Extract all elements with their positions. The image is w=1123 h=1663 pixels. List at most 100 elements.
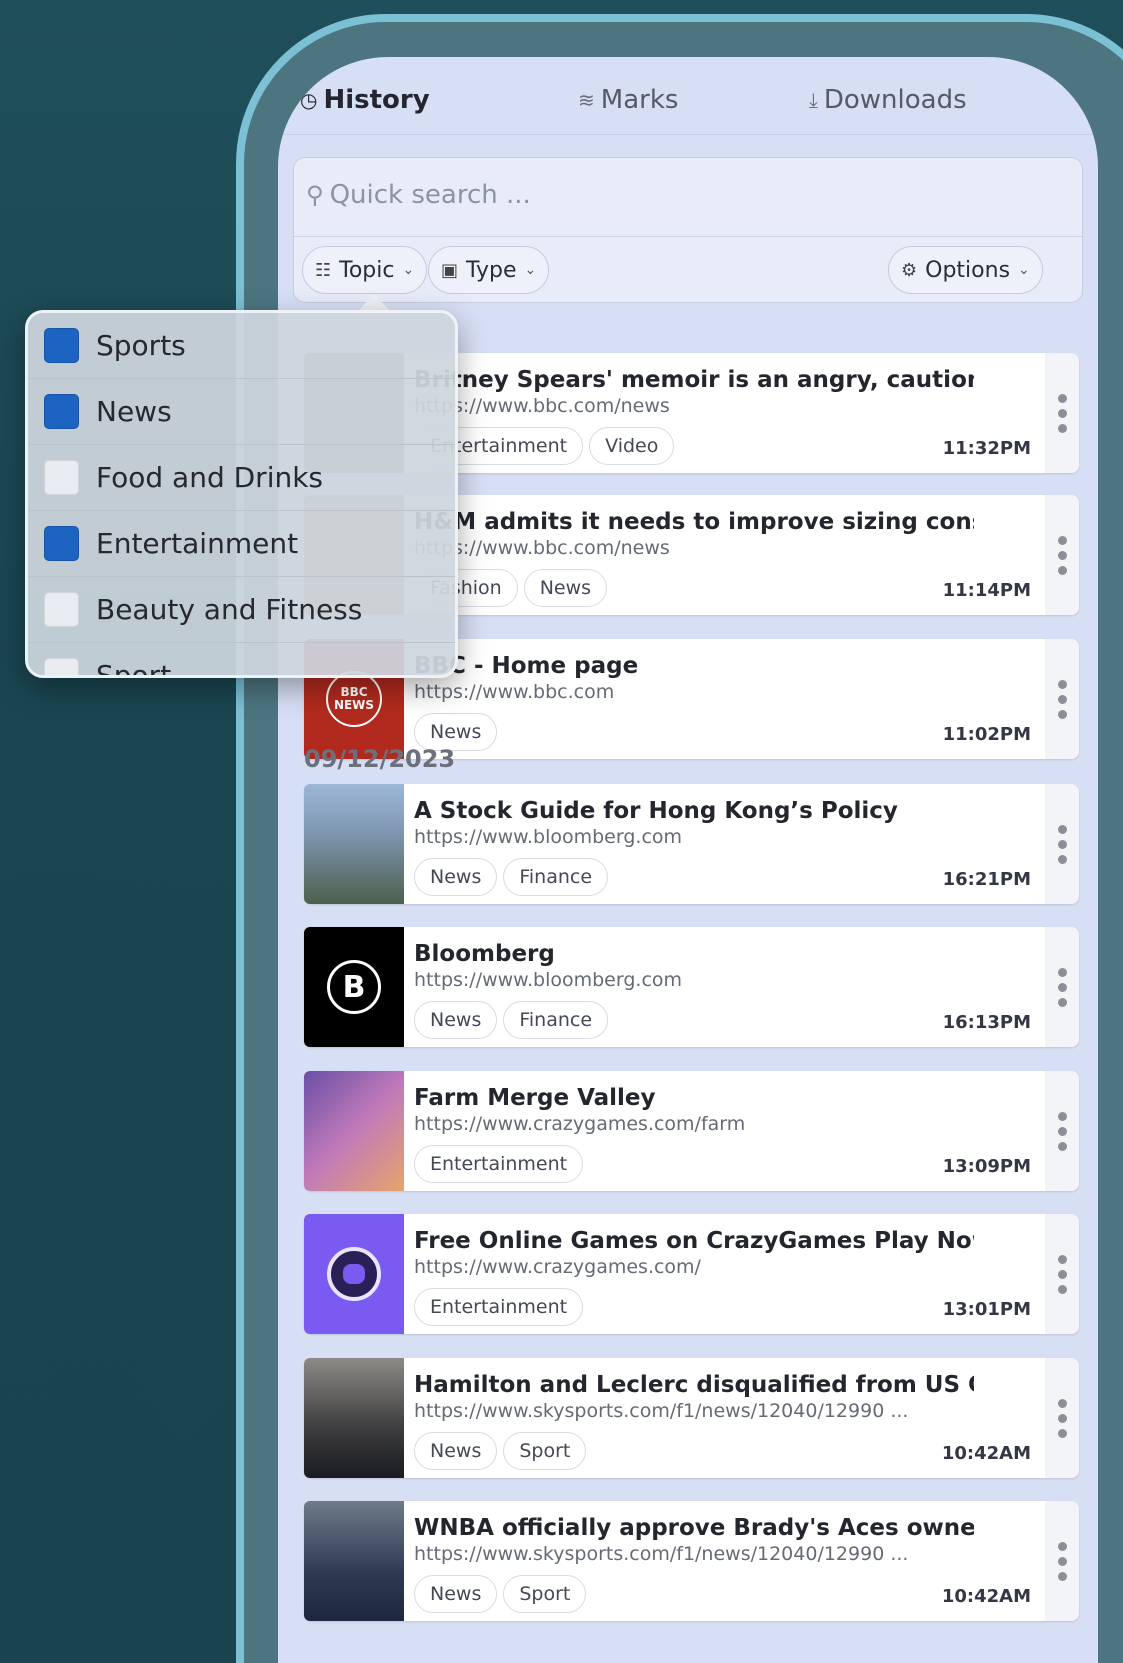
tag[interactable]: News: [523, 569, 608, 607]
item-url: https://www.bloomberg.com: [414, 969, 683, 991]
item-time: 13:01PM: [942, 1299, 1031, 1320]
tag[interactable]: News: [414, 858, 498, 896]
topic-option-label: Sport: [96, 659, 172, 678]
more-menu-icon[interactable]: [1045, 1501, 1079, 1621]
topic-option-news[interactable]: News: [28, 379, 455, 445]
game-controller-icon: [343, 1264, 365, 1284]
tag[interactable]: Sport: [503, 1432, 587, 1470]
more-menu-icon[interactable]: [1045, 1071, 1079, 1191]
item-title: A Stock Guide for Hong Kong’s Policy: [414, 798, 898, 824]
type-filter-button[interactable]: ▣ Type ⌄: [428, 246, 550, 294]
topic-option-food-and-drinks[interactable]: Food and Drinks: [28, 445, 455, 511]
tag-list: Entertainment: [414, 1145, 584, 1183]
list-item[interactable]: B Bloomberg https://www.bloomberg.com Ne…: [304, 927, 1079, 1047]
search-icon: ⚲: [306, 181, 324, 209]
hong-kong-skyline-thumbnail: [304, 784, 404, 904]
brady-photo-thumbnail: [304, 1501, 404, 1621]
tab-marks-label: Marks: [600, 85, 679, 115]
checkbox[interactable]: [44, 460, 79, 495]
search-placeholder: Quick search ...: [329, 180, 531, 210]
more-menu-icon[interactable]: [1045, 353, 1079, 473]
topic-option-sport[interactable]: Sport: [28, 643, 455, 678]
list-item[interactable]: WNBA officially approve Brady's Aces own…: [304, 1501, 1079, 1621]
search-input[interactable]: ⚲ Quick search ...: [306, 180, 531, 210]
date-group-header: 09/12/2023: [304, 745, 456, 773]
checkbox[interactable]: [44, 394, 79, 429]
layers-icon: ≋: [578, 88, 595, 112]
list-item[interactable]: Hamilton and Leclerc disqualified from U…: [304, 1358, 1079, 1478]
checkbox[interactable]: [44, 592, 79, 627]
type-filter-label: Type: [466, 257, 517, 283]
more-menu-icon[interactable]: [1045, 1214, 1079, 1334]
chevron-down-icon: ⌄: [1018, 262, 1030, 278]
item-time: 16:13PM: [942, 1012, 1031, 1033]
list-item[interactable]: Farm Merge Valley https://www.crazygames…: [304, 1071, 1079, 1191]
tag[interactable]: Finance: [503, 1001, 609, 1039]
tag[interactable]: Entertainment: [414, 1145, 584, 1183]
item-time: 11:14PM: [942, 580, 1031, 601]
app-screen: ◷ History ≋ Marks ⤓ Downloads ⚲ Quick se…: [278, 57, 1098, 1663]
item-title: Bloomberg: [414, 941, 555, 967]
item-title: Free Online Games on CrazyGames Play Now…: [414, 1228, 974, 1254]
chevron-down-icon: ⌄: [402, 262, 415, 278]
crazygames-badge: [327, 1247, 381, 1301]
item-title: H&M admits it needs to improve sizing co…: [414, 509, 974, 535]
tag[interactable]: News: [414, 1432, 498, 1470]
item-title: Hamilton and Leclerc disqualified from U…: [414, 1372, 974, 1398]
tab-history-label: History: [323, 85, 430, 115]
checkbox[interactable]: [44, 658, 79, 675]
search-panel: ⚲ Quick search ... ☷ Topic ⌄ ▣ Type ⌄ ⚙ …: [293, 157, 1083, 303]
topic-option-label: Beauty and Fitness: [96, 593, 363, 626]
bloomberg-b-badge: B: [327, 960, 381, 1014]
topic-option-beauty-and-fitness[interactable]: Beauty and Fitness: [28, 577, 455, 643]
bbc-logo-badge: BBC NEWS: [326, 671, 382, 727]
topic-filter-button[interactable]: ☷ Topic ⌄: [302, 246, 428, 294]
more-menu-icon[interactable]: [1045, 927, 1079, 1047]
tab-history[interactable]: ◷ History: [300, 85, 430, 115]
topic-option-entertainment[interactable]: Entertainment: [28, 511, 455, 577]
more-menu-icon[interactable]: [1045, 639, 1079, 759]
topic-option-sports[interactable]: Sports: [28, 313, 455, 379]
more-menu-icon[interactable]: [1045, 495, 1079, 615]
topic-option-label: Food and Drinks: [96, 461, 324, 494]
item-title: WNBA officially approve Brady's Aces own…: [414, 1515, 974, 1541]
gear-icon: ⚙: [901, 259, 918, 281]
item-url: https://www.bloomberg.com: [414, 826, 683, 848]
topic-option-label: News: [96, 395, 172, 428]
item-title: Farm Merge Valley: [414, 1085, 656, 1111]
topic-filter-label: Topic: [339, 257, 395, 283]
item-time: 16:21PM: [942, 869, 1031, 890]
item-url: https://www.bbc.com/news: [414, 395, 670, 417]
item-title: BBC - Home page: [414, 653, 639, 679]
tag[interactable]: Finance: [503, 858, 609, 896]
tag-list: News Finance: [414, 1001, 609, 1039]
topic-dropdown: Sports News Food and Drinks Entertainmen…: [25, 310, 458, 678]
topic-option-label: Entertainment: [96, 527, 299, 560]
more-menu-icon[interactable]: [1045, 784, 1079, 904]
item-time: 11:32PM: [942, 438, 1031, 459]
hamilton-photo-thumbnail: [304, 1358, 404, 1478]
options-button[interactable]: ⚙ Options ⌄: [888, 246, 1043, 294]
chevron-down-icon: ⌄: [524, 262, 537, 278]
more-menu-icon[interactable]: [1045, 1358, 1079, 1478]
item-url: https://www.bbc.com: [414, 681, 615, 703]
tag[interactable]: Entertainment: [414, 1288, 584, 1326]
tag[interactable]: Video: [589, 427, 675, 465]
tag-list: News Sport: [414, 1432, 587, 1470]
list-item[interactable]: Free Online Games on CrazyGames Play Now…: [304, 1214, 1079, 1334]
tab-marks[interactable]: ≋ Marks: [578, 85, 678, 115]
list-item[interactable]: A Stock Guide for Hong Kong’s Policy htt…: [304, 784, 1079, 904]
topic-option-label: Sports: [96, 329, 186, 362]
options-label: Options: [925, 257, 1011, 283]
checkbox[interactable]: [44, 526, 79, 561]
tag[interactable]: News: [414, 1575, 498, 1613]
farm-merge-game-thumbnail: [304, 1071, 404, 1191]
history-icon: ◷: [300, 88, 318, 112]
item-time: 10:42AM: [941, 1586, 1031, 1607]
tag[interactable]: Sport: [503, 1575, 587, 1613]
item-url: https://www.skysports.com/f1/news/12040/…: [414, 1400, 909, 1422]
list-filter-icon: ☷: [315, 259, 332, 281]
checkbox[interactable]: [44, 328, 79, 363]
tag[interactable]: News: [414, 1001, 498, 1039]
tab-downloads[interactable]: ⤓ Downloads: [809, 85, 967, 115]
